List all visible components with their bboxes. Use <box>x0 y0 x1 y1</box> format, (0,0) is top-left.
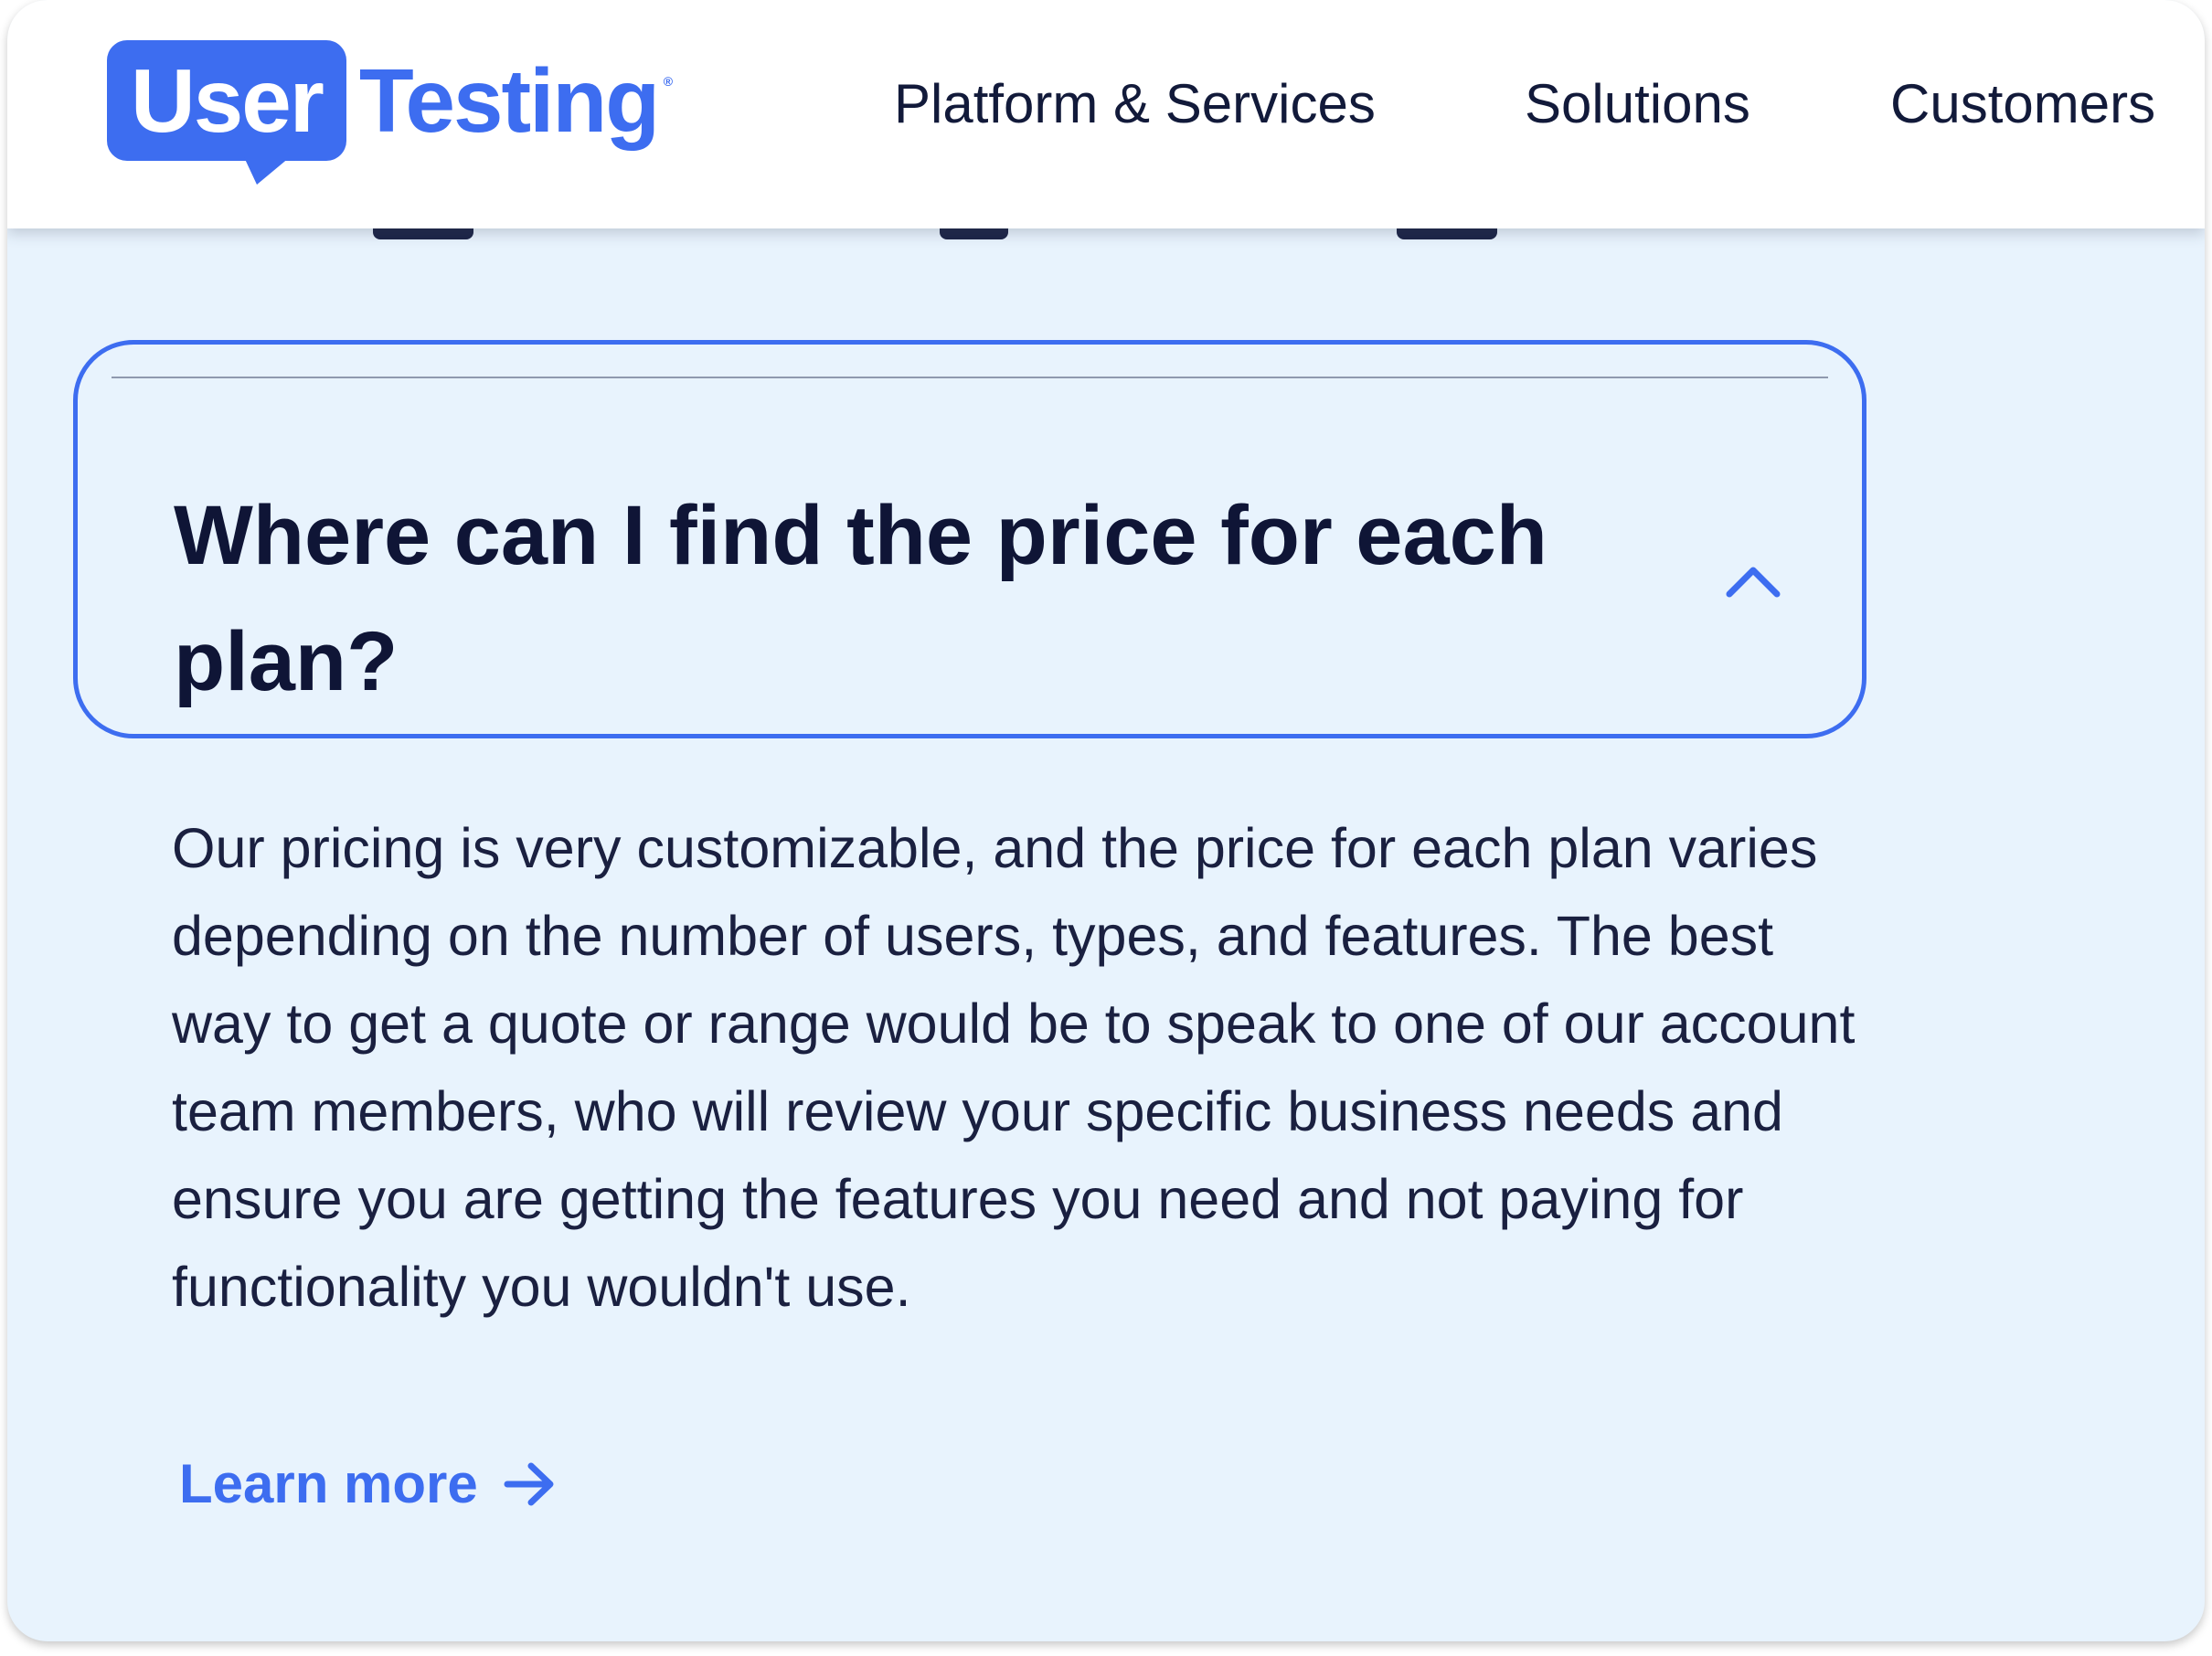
logo-testing-text: Testing ® <box>358 40 673 161</box>
site-header: User Testing ® Platform & Services Solut… <box>7 0 2205 228</box>
chevron-up-icon[interactable] <box>1725 562 1781 599</box>
logo-registered-mark: ® <box>663 74 673 89</box>
logo-user-text: User <box>131 50 324 151</box>
faq-divider <box>112 377 1828 378</box>
logo-testing-word: Testing <box>358 50 660 151</box>
nav-item-solutions[interactable]: Solutions <box>1525 77 1750 132</box>
faq-answer: Our pricing is very customizable, and th… <box>172 817 1856 1318</box>
learn-more-label: Learn more <box>179 1453 478 1514</box>
clipped-heading-remnant <box>7 228 2205 241</box>
logo-speech-tail <box>244 157 290 185</box>
logo-user-badge: User <box>107 40 346 185</box>
faq-question-card[interactable]: Where can I find the price for each plan… <box>73 340 1866 738</box>
learn-more-link[interactable]: Learn more <box>179 1457 557 1512</box>
usertesting-logo[interactable]: User Testing ® <box>107 40 673 186</box>
page-frame: User Testing ® Platform & Services Solut… <box>7 0 2205 1641</box>
nav-item-platform-services[interactable]: Platform & Services <box>894 77 1376 132</box>
arrow-right-icon <box>504 1462 554 1506</box>
nav-item-customers[interactable]: Customers <box>1890 77 2155 132</box>
faq-question: Where can I find the price for each plan… <box>174 489 1547 708</box>
